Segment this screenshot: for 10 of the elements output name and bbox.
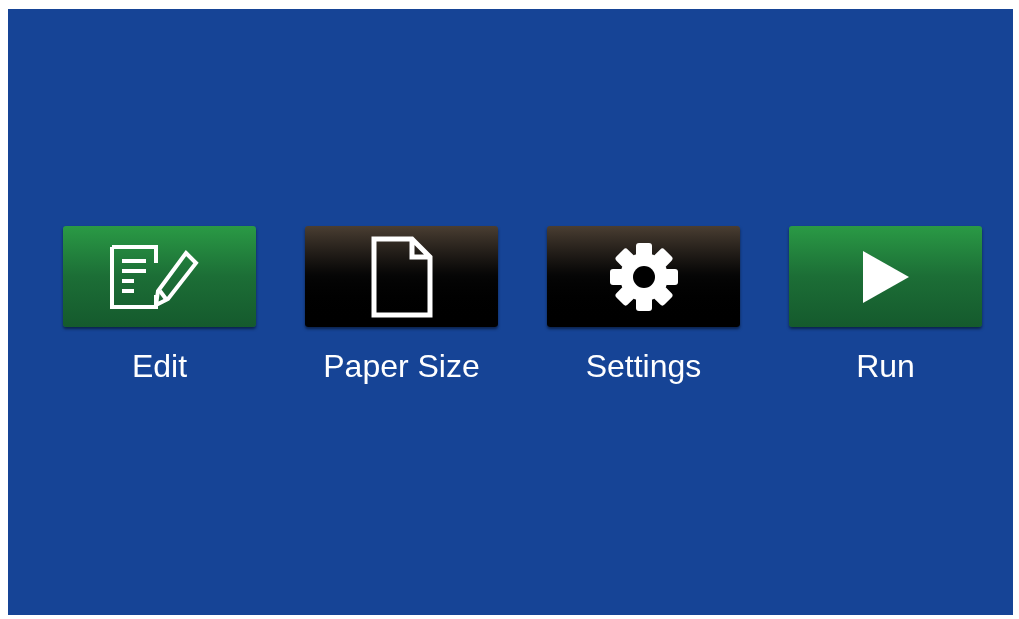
- menu-label: Settings: [585, 348, 702, 384]
- menu-label: Paper Size: [323, 348, 480, 384]
- menu-button[interactable]: [789, 226, 982, 327]
- menu-label: Run: [856, 348, 915, 384]
- menu-button[interactable]: [305, 226, 498, 327]
- menu-button[interactable]: [547, 226, 740, 327]
- play-icon: [862, 250, 909, 303]
- document-icon: [369, 234, 434, 319]
- menu-label: Edit: [131, 348, 188, 384]
- menu-button[interactable]: [63, 226, 256, 327]
